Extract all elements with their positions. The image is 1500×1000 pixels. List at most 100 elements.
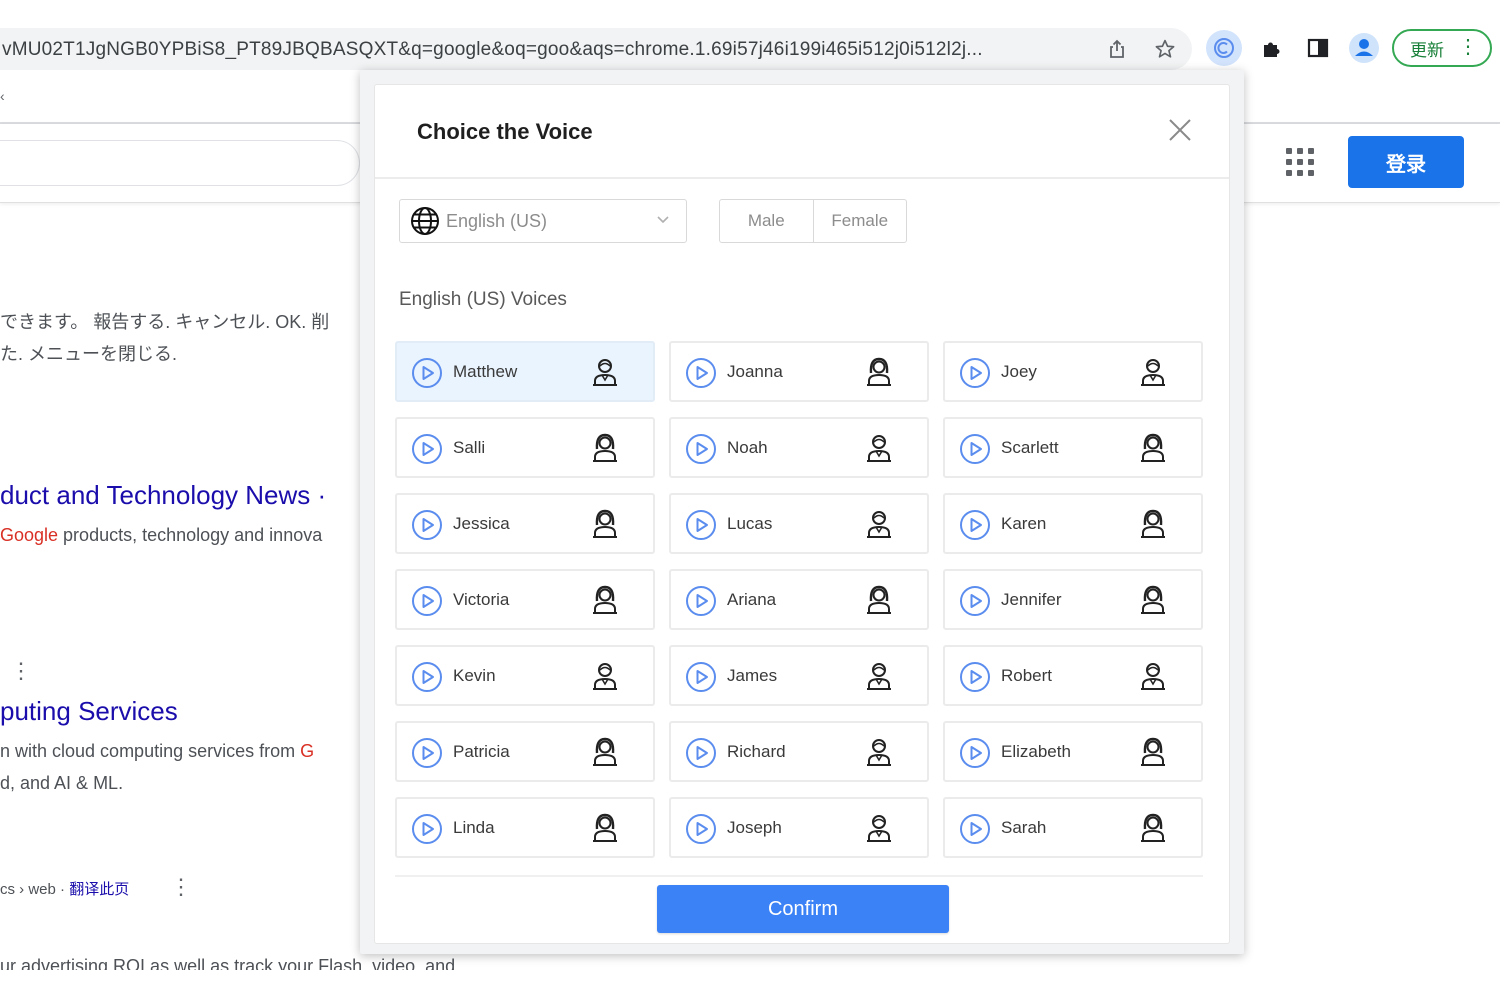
female-person-icon xyxy=(591,433,619,463)
voice-card[interactable]: Joseph xyxy=(669,797,929,858)
update-button[interactable]: 更新 ⋮ xyxy=(1392,29,1492,67)
globe-icon xyxy=(410,206,440,236)
male-person-icon xyxy=(1139,357,1167,387)
search-input[interactable] xyxy=(0,140,360,186)
voice-name: Richard xyxy=(727,742,786,761)
url-text[interactable]: vMU02T1JgNGB0YPBiS8_PT89JBQBASQXT&q=goog… xyxy=(2,39,1092,61)
result-menu-icon[interactable]: ⋮ xyxy=(170,874,192,900)
play-icon[interactable] xyxy=(411,661,443,693)
voice-card[interactable]: Sarah xyxy=(943,797,1203,858)
voice-card[interactable]: Noah xyxy=(669,417,929,478)
voice-name: Joseph xyxy=(727,818,782,837)
language-select[interactable]: English (US) xyxy=(399,199,687,243)
voice-name: Scarlett xyxy=(1001,438,1059,457)
side-panel-icon[interactable] xyxy=(1300,30,1336,66)
male-person-icon xyxy=(865,661,893,691)
voice-card[interactable]: Salli xyxy=(395,417,655,478)
profile-icon[interactable] xyxy=(1346,30,1382,66)
play-icon[interactable] xyxy=(411,357,443,389)
bookmark-chevron-icon[interactable]: ‹ xyxy=(0,88,5,104)
play-icon[interactable] xyxy=(411,737,443,769)
play-icon[interactable] xyxy=(959,813,991,845)
female-person-icon xyxy=(591,737,619,767)
result-snippet-jp-2: た. メニューを閉じる. xyxy=(0,344,178,364)
voice-card[interactable]: Scarlett xyxy=(943,417,1203,478)
signin-button[interactable]: 登录 xyxy=(1348,136,1464,188)
snippet-highlight: G xyxy=(300,741,315,761)
voice-card[interactable]: Karen xyxy=(943,493,1203,554)
play-icon[interactable] xyxy=(685,433,717,465)
dialog-title: Choice the Voice xyxy=(417,119,593,144)
play-icon[interactable] xyxy=(685,813,717,845)
gender-male-button[interactable]: Male xyxy=(720,200,813,242)
voice-name: Jennifer xyxy=(1001,590,1062,609)
play-icon[interactable] xyxy=(411,433,443,465)
play-icon[interactable] xyxy=(411,585,443,617)
voice-name: James xyxy=(727,666,778,685)
voice-card[interactable]: Richard xyxy=(669,721,929,782)
voice-dialog: Choice the Voice English (US) Male Femal… xyxy=(374,84,1230,944)
snippet-text: products, technology and innova xyxy=(58,525,323,545)
apps-icon[interactable] xyxy=(1286,148,1314,176)
voice-card[interactable]: James xyxy=(669,645,929,706)
female-person-icon xyxy=(1139,737,1167,767)
play-icon[interactable] xyxy=(959,433,991,465)
close-icon[interactable] xyxy=(1165,115,1195,145)
result-menu-icon[interactable]: ⋮ xyxy=(10,658,32,684)
voice-card[interactable]: Victoria xyxy=(395,569,655,630)
browser-menu-icon[interactable]: ⋮ xyxy=(1458,37,1478,57)
voice-name: Elizabeth xyxy=(1001,742,1071,761)
confirm-button[interactable]: Confirm xyxy=(657,885,949,933)
gender-filter: Male Female xyxy=(719,199,907,243)
play-icon[interactable] xyxy=(411,509,443,541)
male-person-icon xyxy=(865,509,893,539)
female-person-icon xyxy=(591,813,619,843)
voice-name: Salli xyxy=(453,438,486,457)
voice-card[interactable]: Elizabeth xyxy=(943,721,1203,782)
voice-card[interactable]: Jessica xyxy=(395,493,655,554)
voice-card[interactable]: Jennifer xyxy=(943,569,1203,630)
play-icon[interactable] xyxy=(685,357,717,389)
gender-female-button[interactable]: Female xyxy=(812,200,907,242)
voice-card[interactable]: Ariana xyxy=(669,569,929,630)
voice-card[interactable]: Patricia xyxy=(395,721,655,782)
address-bar[interactable]: vMU02T1JgNGB0YPBiS8_PT89JBQBASQXT&q=goog… xyxy=(0,28,1192,70)
voice-card[interactable]: Matthew xyxy=(395,341,655,402)
result-title-1[interactable]: duct and Technology News · xyxy=(0,480,362,511)
play-icon[interactable] xyxy=(685,585,717,617)
voice-card[interactable]: Robert xyxy=(943,645,1203,706)
voice-name: Noah xyxy=(727,438,768,457)
translate-link[interactable]: 翻译此页 xyxy=(69,881,129,898)
play-icon[interactable] xyxy=(959,509,991,541)
snippet-text: n with cloud computing services from xyxy=(0,741,301,761)
result-title-2[interactable]: puting Services xyxy=(0,696,362,727)
play-icon[interactable] xyxy=(685,509,717,541)
voice-card[interactable]: Joanna xyxy=(669,341,929,402)
chevron-down-icon xyxy=(654,210,672,228)
play-icon[interactable] xyxy=(959,661,991,693)
voice-card[interactable]: Linda xyxy=(395,797,655,858)
voice-card[interactable]: Kevin xyxy=(395,645,655,706)
play-icon[interactable] xyxy=(959,357,991,389)
result-snippet-2a: n with cloud computing services from G xyxy=(0,741,362,762)
snippet-highlight: Google xyxy=(0,525,59,545)
dialog-header: Choice the Voice xyxy=(375,85,1229,179)
extension-active-icon[interactable] xyxy=(1206,30,1242,66)
language-value: English (US) xyxy=(446,210,548,231)
share-icon[interactable] xyxy=(1104,36,1130,62)
play-icon[interactable] xyxy=(959,585,991,617)
play-icon[interactable] xyxy=(959,737,991,769)
male-person-icon xyxy=(865,737,893,767)
female-person-icon xyxy=(591,509,619,539)
play-icon[interactable] xyxy=(685,737,717,769)
voice-card[interactable]: Lucas xyxy=(669,493,929,554)
play-icon[interactable] xyxy=(685,661,717,693)
play-icon[interactable] xyxy=(411,813,443,845)
voice-name: Karen xyxy=(1001,514,1047,533)
voice-card[interactable]: Joey xyxy=(943,341,1203,402)
female-person-icon xyxy=(865,585,893,615)
result-snippet-jp-1: できます。 報告する. キャンセル. OK. 削 xyxy=(0,312,330,332)
star-icon[interactable] xyxy=(1152,36,1178,62)
puzzle-icon[interactable] xyxy=(1254,30,1290,66)
male-person-icon xyxy=(591,661,619,691)
